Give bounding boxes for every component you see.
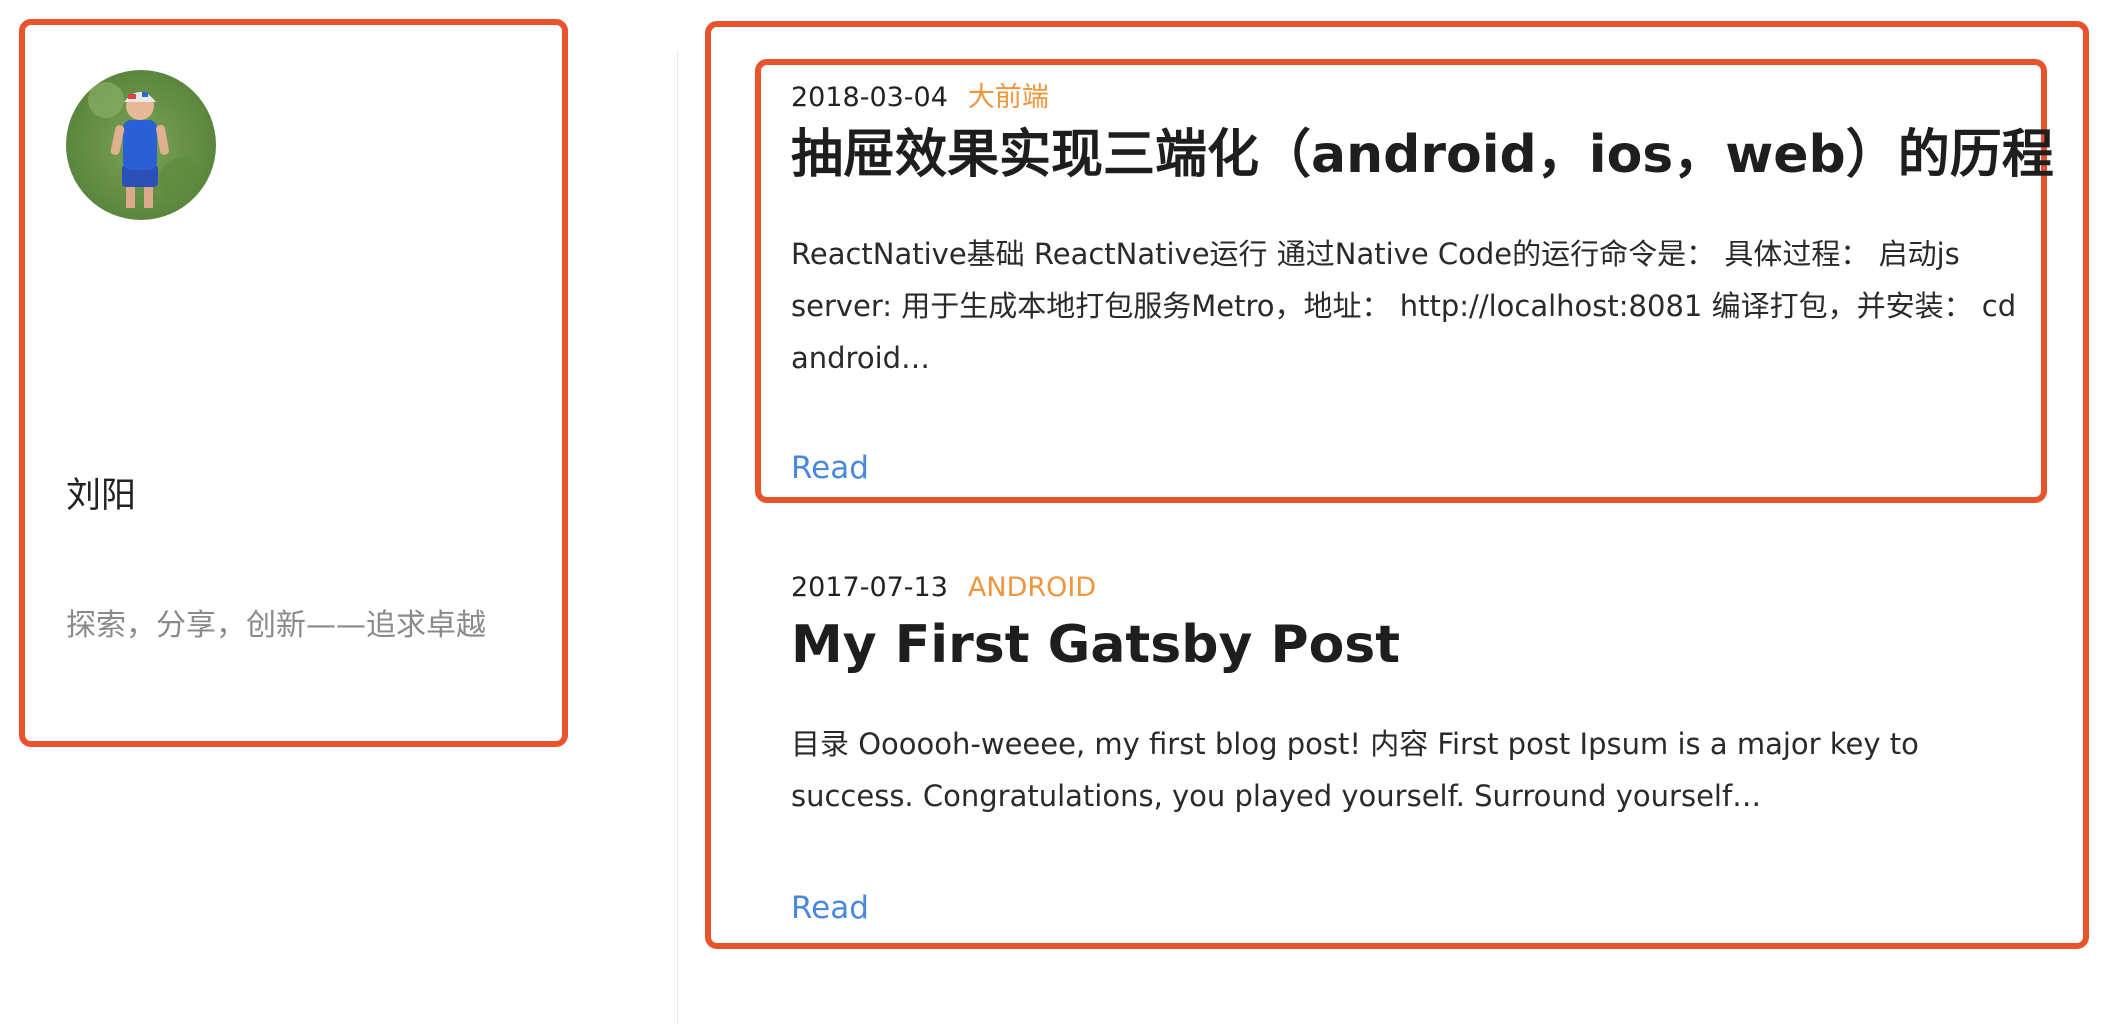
post-title[interactable]: 抽屉效果实现三端化（android，ios，web）的历程: [791, 120, 2061, 190]
column-divider: [677, 50, 678, 1024]
post-title[interactable]: My First Gatsby Post: [791, 610, 2061, 680]
post-meta: 2018-03-04 大前端: [791, 78, 2061, 118]
read-more-link[interactable]: Read: [791, 888, 869, 928]
post-excerpt: ReactNative基础 ReactNative运行 通过Native Cod…: [791, 237, 2017, 375]
author-name: 刘阳: [66, 476, 137, 516]
post-tag[interactable]: 大前端: [968, 82, 1049, 113]
post-excerpt: 目录 Oooooh-weeee, my first blog post! 内容 …: [791, 727, 1919, 813]
post-meta: 2017-07-13 ANDROID: [791, 568, 2061, 608]
post-date: 2017-07-13: [791, 572, 948, 603]
post-date: 2018-03-04: [791, 82, 948, 113]
post-tag[interactable]: ANDROID: [968, 572, 1096, 603]
read-more-link[interactable]: Read: [791, 448, 869, 488]
avatar-photo-icon: [66, 70, 216, 220]
avatar: [66, 70, 216, 220]
author-motto: 探索，分享，创新——追求卓越: [66, 608, 486, 643]
post-item: 2017-07-13 ANDROID My First Gatsby Post 目…: [791, 568, 2061, 926]
post-item: 2018-03-04 大前端 抽屉效果实现三端化（android，ios，web）…: [791, 78, 2061, 486]
